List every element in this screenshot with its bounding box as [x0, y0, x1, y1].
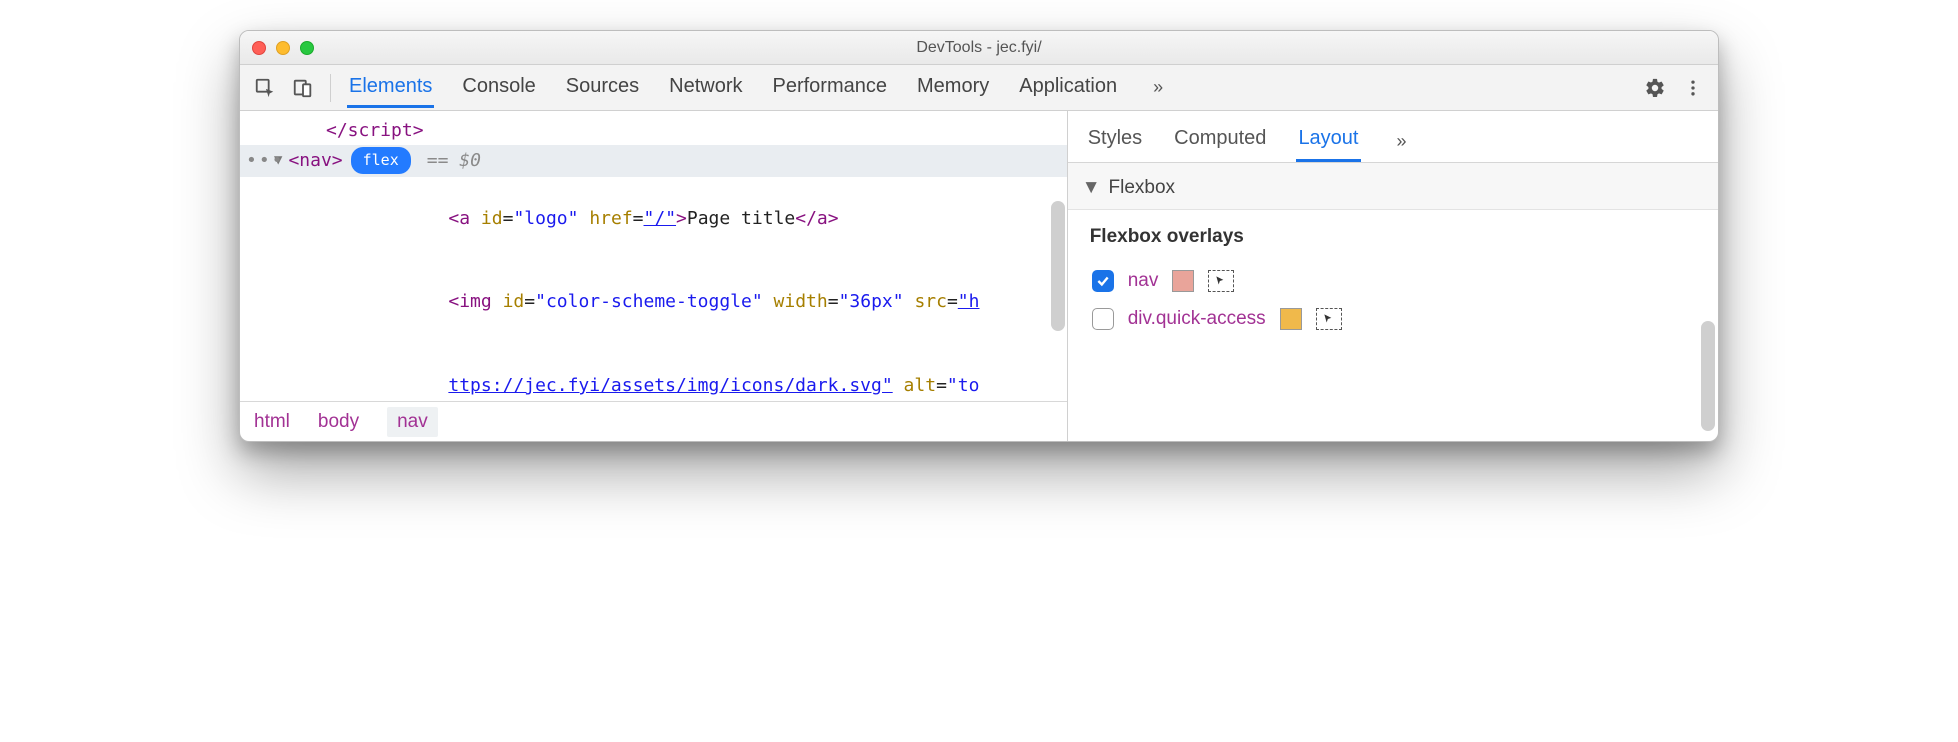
panels-split: </script​> ••• ▼ <nav> flex == $0 <a id=… — [240, 111, 1718, 441]
tab-performance[interactable]: Performance — [771, 67, 890, 108]
flexbox-section-title: Flexbox — [1109, 177, 1176, 199]
scrollbar-thumb[interactable] — [1051, 201, 1065, 331]
overlay-name-quick-access[interactable]: div.quick-access — [1128, 308, 1266, 330]
breadcrumb-nav[interactable]: nav — [387, 407, 438, 437]
kebab-menu-icon[interactable] — [1676, 71, 1710, 105]
overlay-swatch-nav[interactable] — [1172, 270, 1194, 292]
tab-console[interactable]: Console — [460, 67, 537, 108]
main-tabs: Elements Console Sources Network Perform… — [347, 67, 1634, 108]
console-ref: == $0 — [427, 147, 481, 175]
tab-sources[interactable]: Sources — [564, 67, 641, 108]
overlay-highlight-icon[interactable] — [1208, 270, 1234, 292]
overlay-highlight-icon[interactable] — [1316, 308, 1342, 330]
breadcrumb: html body nav — [240, 401, 1067, 441]
tab-elements[interactable]: Elements — [347, 67, 434, 108]
overlay-checkbox-quick-access[interactable] — [1092, 308, 1114, 330]
dom-img-line-2[interactable]: ttps://jec.fyi/assets/img/icons/dark.svg… — [240, 344, 1067, 401]
flexbox-section-header[interactable]: ▼ Flexbox — [1068, 163, 1718, 210]
flexbox-section-body: Flexbox overlays nav div.quick-access — [1068, 210, 1718, 354]
more-tabs-icon[interactable]: » — [1145, 77, 1171, 98]
more-side-tabs-icon[interactable]: » — [1389, 131, 1415, 152]
overlay-checkbox-nav[interactable] — [1092, 270, 1114, 292]
nav-open-tag: <nav> — [288, 147, 342, 175]
tab-memory[interactable]: Memory — [915, 67, 991, 108]
sidebar-panel: Styles Computed Layout » ▼ Flexbox Flexb… — [1068, 111, 1718, 441]
side-tabs: Styles Computed Layout » — [1068, 111, 1718, 163]
overlay-swatch-quick-access[interactable] — [1280, 308, 1302, 330]
separator — [330, 74, 331, 102]
dom-script-close[interactable]: </script​> — [240, 117, 1067, 145]
dom-tree[interactable]: </script​> ••• ▼ <nav> flex == $0 <a id=… — [240, 111, 1067, 401]
flexbox-overlays-title: Flexbox overlays — [1090, 226, 1696, 248]
tab-network[interactable]: Network — [667, 67, 744, 108]
scrollbar-thumb[interactable] — [1701, 321, 1715, 431]
dom-selected-nav[interactable]: ••• ▼ <nav> flex == $0 — [240, 145, 1067, 177]
device-toggle-icon[interactable] — [286, 71, 320, 105]
side-tab-computed[interactable]: Computed — [1172, 121, 1268, 162]
side-tab-layout[interactable]: Layout — [1296, 121, 1360, 162]
flex-badge[interactable]: flex — [351, 147, 411, 174]
devtools-window: DevTools - jec.fyi/ Elements Console Sou… — [239, 30, 1719, 442]
elements-panel: </script​> ••• ▼ <nav> flex == $0 <a id=… — [240, 111, 1068, 441]
disclosure-triangle-icon[interactable]: ▼ — [1082, 177, 1101, 199]
row-actions-icon[interactable]: ••• — [246, 147, 285, 175]
main-toolbar: Elements Console Sources Network Perform… — [240, 65, 1718, 111]
dom-a-line[interactable]: <a id="logo" href="/">Page title</a> — [240, 177, 1067, 261]
overlay-name-nav[interactable]: nav — [1128, 270, 1159, 292]
inspect-element-icon[interactable] — [248, 71, 282, 105]
tab-application[interactable]: Application — [1017, 67, 1119, 108]
overlay-row-nav: nav — [1090, 262, 1696, 300]
window-title: DevTools - jec.fyi/ — [240, 39, 1718, 57]
dom-img-line-1[interactable]: <img id="color-scheme-toggle" width="36p… — [240, 260, 1067, 344]
titlebar: DevTools - jec.fyi/ — [240, 31, 1718, 65]
breadcrumb-body[interactable]: body — [318, 411, 359, 433]
side-tab-styles[interactable]: Styles — [1086, 121, 1144, 162]
settings-gear-icon[interactable] — [1638, 71, 1672, 105]
breadcrumb-html[interactable]: html — [254, 411, 290, 433]
overlay-row-quick-access: div.quick-access — [1090, 300, 1696, 338]
